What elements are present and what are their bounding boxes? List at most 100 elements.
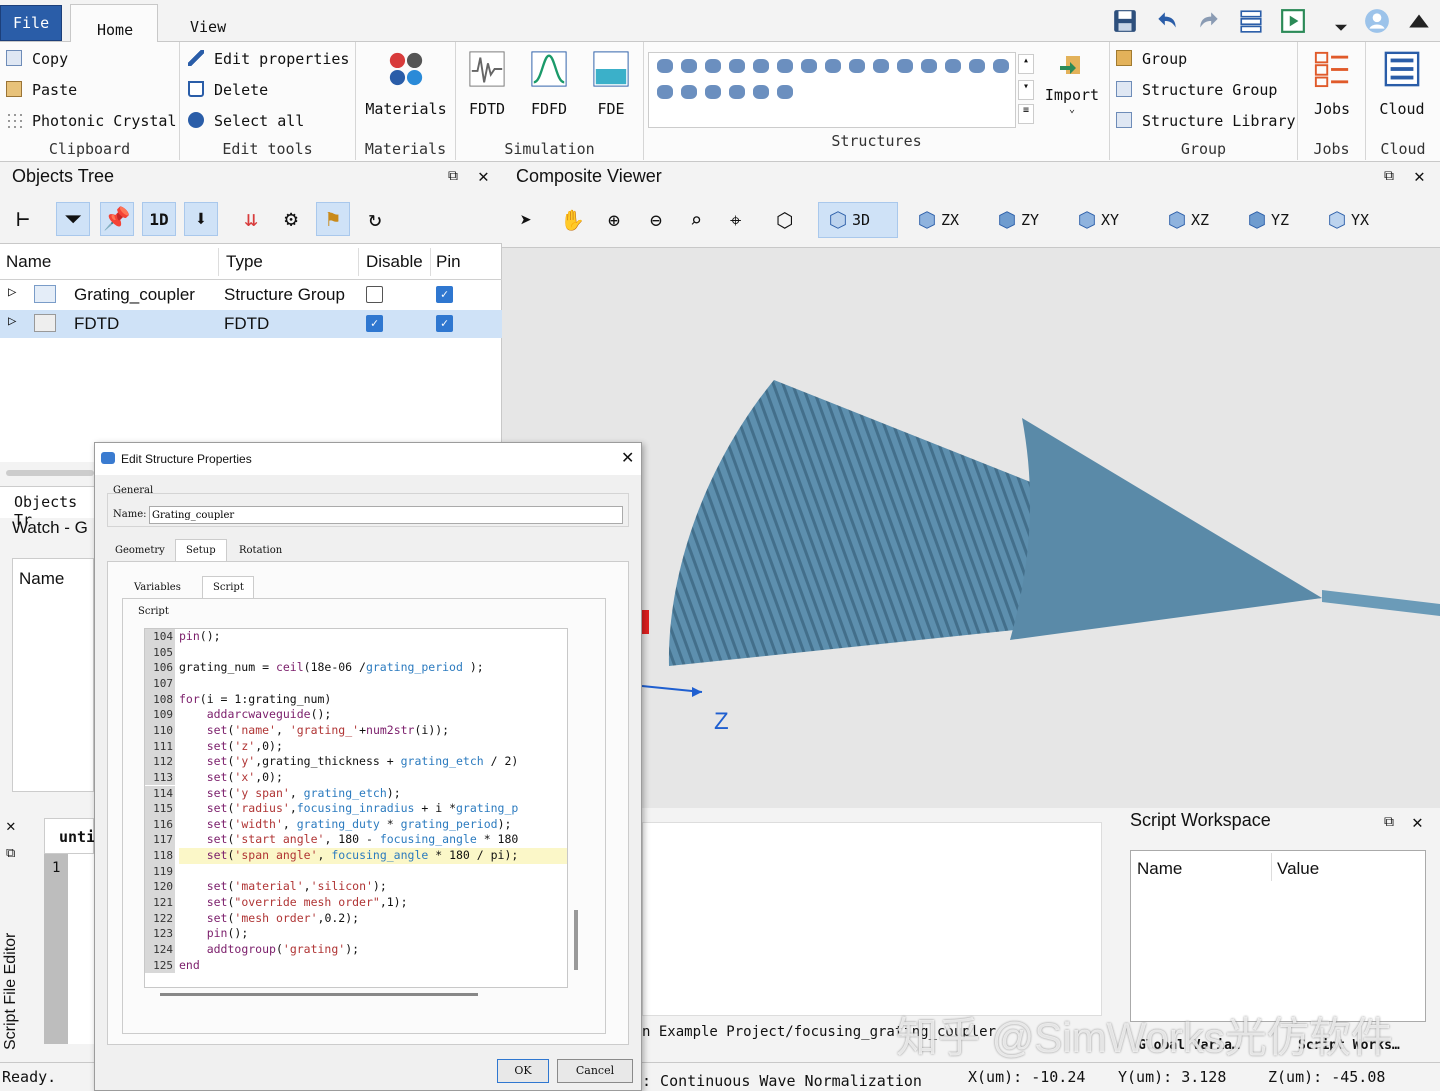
arc-shape-icon[interactable] (969, 59, 985, 73)
tab-rotation[interactable]: Rotation (239, 545, 282, 556)
composite-viewer-canvas[interactable]: Z (502, 248, 1440, 808)
code-h-scrollbar[interactable] (160, 993, 478, 996)
spline-shape-icon[interactable] (705, 85, 721, 99)
cone-shape-icon[interactable] (897, 59, 913, 73)
view-zx-button[interactable]: ZX (916, 202, 959, 238)
fde-button[interactable]: FDE (590, 50, 632, 118)
close-workspace-icon[interactable]: ✕ (1412, 812, 1423, 833)
sphere-shape-icon[interactable] (801, 59, 817, 73)
jobs-button[interactable]: Jobs (1306, 50, 1358, 118)
run-icon[interactable] (1280, 8, 1306, 34)
view-zy-button[interactable]: ZY (996, 202, 1039, 238)
cancel-button[interactable]: Cancel (557, 1059, 633, 1083)
table-row[interactable]: ▷ Grating_coupler Structure Group ✓ (0, 280, 502, 310)
copy-button[interactable]: Copy (6, 50, 68, 68)
tab-setup[interactable]: Setup (175, 539, 227, 561)
disk-shape-icon[interactable] (777, 59, 793, 73)
editor-tab[interactable]: unti (44, 818, 95, 854)
pin-object-icon[interactable]: 📌 (100, 202, 134, 236)
col-name[interactable]: Name (6, 252, 51, 272)
structures-gallery[interactable] (648, 52, 1016, 128)
tab-variables[interactable]: Variables (134, 582, 181, 593)
console-output[interactable] (642, 822, 1102, 1016)
code-scrollbar[interactable] (574, 910, 578, 970)
select-all-button[interactable]: Select all (188, 112, 304, 130)
close-viewer-icon[interactable]: ✕ (1414, 166, 1425, 187)
horizontal-scrollbar[interactable] (6, 470, 94, 476)
float-workspace-icon[interactable]: ⧉ (1384, 814, 1394, 830)
grid-shape-icon[interactable] (777, 85, 793, 99)
tab-script[interactable]: Script (202, 576, 254, 598)
import-button[interactable]: Import ⌄ (1042, 52, 1102, 115)
structure-group-button[interactable]: Structure Group (1116, 81, 1277, 99)
dialog-close-icon[interactable]: ✕ (621, 448, 634, 467)
float-viewer-icon[interactable]: ⧉ (1384, 168, 1394, 184)
arc-waveguide-shape-icon[interactable] (681, 85, 697, 99)
settings-gear-icon[interactable]: ⚙ (274, 202, 308, 236)
delete-button[interactable]: Delete (188, 81, 268, 99)
gallery-expand[interactable]: ≡ (1018, 104, 1034, 124)
ball-shape-icon[interactable] (849, 59, 865, 73)
expand-arrow-icon[interactable]: ▷ (8, 284, 16, 300)
server-icon[interactable] (1238, 8, 1264, 34)
block-shape-icon[interactable] (729, 85, 745, 99)
add-object-icon[interactable]: ⏷ (56, 202, 90, 236)
objects-tree-tab[interactable]: Objects Tr (0, 486, 94, 529)
pyramid-shape-icon[interactable] (873, 59, 889, 73)
col-pin[interactable]: Pin (436, 252, 461, 272)
view-yx-button[interactable]: YX (1326, 202, 1369, 238)
triangle-shape-icon[interactable] (705, 59, 721, 73)
user-avatar-icon[interactable] (1364, 8, 1390, 34)
table-row[interactable]: ▷ FDTD FDTD ✓ ✓ (0, 310, 502, 338)
undo-icon[interactable] (1154, 8, 1180, 34)
view-3d-button[interactable]: 3D (818, 202, 898, 238)
cylinder-shape-icon[interactable] (753, 59, 769, 73)
edit-properties-button[interactable]: Edit properties (188, 50, 349, 68)
wave-shape-icon[interactable] (993, 59, 1009, 73)
materials-button[interactable]: Materials (364, 50, 448, 118)
gallery-scroll-down[interactable]: ▾ (1018, 80, 1034, 100)
float-panel-icon[interactable]: ⧉ (448, 168, 458, 184)
structure-library-button[interactable]: Structure Library (1116, 112, 1296, 130)
fdfd-button[interactable]: FDFD (528, 50, 570, 118)
sort-icon[interactable]: ⇊ (234, 202, 268, 236)
marker-icon[interactable]: ⚑ (316, 202, 350, 236)
zoom-out-icon[interactable]: ⊖ (650, 202, 662, 238)
disable-checkbox[interactable]: ✓ (366, 315, 383, 332)
float-editor-icon[interactable]: ⧉ (6, 846, 15, 861)
save-icon[interactable] (1112, 8, 1138, 34)
close-editor-icon[interactable]: ✕ (6, 816, 16, 835)
zoom-fit-icon[interactable]: ⌖ (730, 202, 741, 238)
col-name[interactable]: Name (1137, 859, 1182, 879)
tab-home[interactable]: Home (70, 4, 158, 43)
col-type[interactable]: Type (226, 252, 263, 272)
script-code-editor[interactable]: 104 pin(); 105 106 grating_num = ceil(18e-06… (144, 628, 568, 988)
disable-checkbox[interactable] (366, 286, 383, 303)
ellipse-shape-icon[interactable] (657, 59, 673, 73)
refresh-icon[interactable]: ↻ (358, 202, 392, 236)
editor-body[interactable] (68, 854, 94, 1044)
wedge-shape-icon[interactable] (921, 59, 937, 73)
pin-checkbox[interactable]: ✓ (436, 315, 453, 332)
view-xy-button[interactable]: XY (1076, 202, 1119, 238)
collapse-ribbon-icon[interactable] (1406, 8, 1432, 34)
diamond-shape-icon[interactable] (753, 85, 769, 99)
dropdown-icon[interactable] (1332, 14, 1350, 40)
close-panel-icon[interactable]: ✕ (478, 166, 489, 187)
watch-col-name[interactable]: Name (19, 569, 64, 589)
one-d-icon[interactable]: 1D (142, 202, 176, 236)
expand-arrow-icon[interactable]: ▷ (8, 313, 16, 329)
perspective-cube-icon[interactable]: ⬡ (776, 202, 793, 238)
col-disable[interactable]: Disable (366, 252, 423, 272)
rect-shape-icon[interactable] (729, 59, 745, 73)
move-down-icon[interactable]: ⬇ (184, 202, 218, 236)
col-value[interactable]: Value (1277, 859, 1319, 879)
view-yz-button[interactable]: YZ (1246, 202, 1289, 238)
tab-file[interactable]: File (0, 5, 62, 41)
tab-geometry[interactable]: Geometry (115, 545, 165, 556)
bend-shape-icon[interactable] (657, 85, 673, 99)
group-button[interactable]: Group (1116, 50, 1187, 68)
view-xz-button[interactable]: XZ (1166, 202, 1209, 238)
fdtd-button[interactable]: FDTD (466, 50, 508, 118)
zoom-icon[interactable]: ⌕ (690, 202, 702, 238)
